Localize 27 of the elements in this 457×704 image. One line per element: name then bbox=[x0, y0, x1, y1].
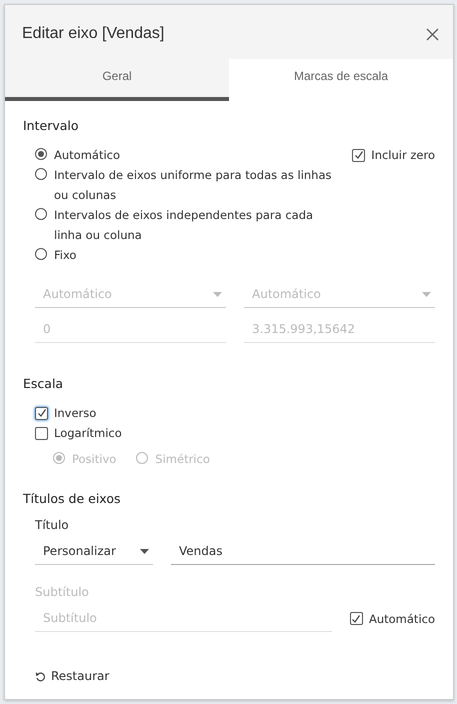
section-heading: Títulos de eixos bbox=[23, 491, 122, 506]
close-icon bbox=[426, 28, 439, 40]
radio-option[interactable]: Automático bbox=[35, 145, 335, 165]
radio-option[interactable]: Fixo bbox=[35, 245, 335, 265]
field-label: Subtítulo bbox=[35, 585, 90, 599]
checkbox-option[interactable]: Automático bbox=[350, 608, 435, 628]
section-heading: Escala bbox=[23, 376, 64, 391]
undo-icon bbox=[35, 670, 46, 682]
input-field[interactable]: Vendas bbox=[171, 538, 435, 565]
section-heading: Intervalo bbox=[23, 118, 80, 133]
checkbox-option[interactable]: Incluir zero bbox=[352, 145, 435, 165]
check-icon bbox=[36, 408, 46, 418]
tab[interactable]: Marcas de escala bbox=[229, 59, 453, 101]
caret-icon bbox=[140, 548, 149, 554]
check-icon bbox=[354, 150, 364, 160]
field-label: Título bbox=[35, 518, 70, 532]
checkbox-option[interactable]: Logarítmico bbox=[35, 423, 435, 443]
caret-icon bbox=[213, 292, 222, 296]
reset-button[interactable]: Restaurar bbox=[33, 667, 435, 685]
dropdown[interactable]: Personalizar bbox=[35, 538, 153, 565]
dialog-title: Editar eixo [Vendas] bbox=[22, 25, 164, 43]
radio-option[interactable]: Intervalos de eixos independentes para cada linha ou coluna bbox=[35, 205, 335, 245]
radio-option[interactable]: Intervalo de eixos uniforme para todas as linhas ou colunas bbox=[35, 165, 335, 205]
caret-icon bbox=[422, 292, 431, 296]
close-button[interactable] bbox=[424, 26, 441, 42]
check-icon bbox=[351, 614, 362, 624]
checkbox-option[interactable]: Inverso bbox=[35, 403, 435, 423]
